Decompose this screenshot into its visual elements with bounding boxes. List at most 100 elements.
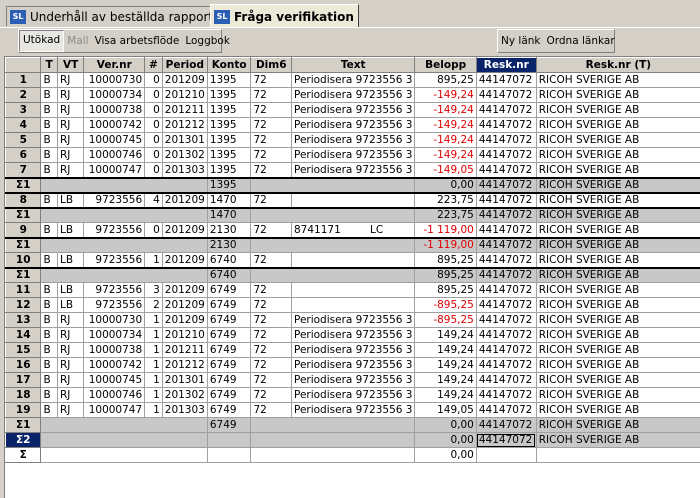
cell-period[interactable]: 201301 [162,133,207,148]
cell-period[interactable]: 201209 [162,298,207,313]
cell-resk-nr[interactable]: 44147072 [476,253,536,268]
cell-konto[interactable]: 6749 [207,373,251,388]
table-row[interactable]: 19BRJ100007471201303674972Periodisera 97… [6,403,700,418]
cell-konto[interactable]: 6749 [207,358,251,373]
cell-t[interactable]: B [41,163,58,178]
cell-resk-name[interactable]: RICOH SVERIGE AB [536,73,700,88]
cell-resk-name[interactable]: RICOH SVERIGE AB [536,148,700,163]
cell-number[interactable]: 4 [145,193,163,208]
table-row[interactable]: 6BRJ100007460201302139572Periodisera 972… [6,148,700,163]
cell-resk-name[interactable]: RICOH SVERIGE AB [536,343,700,358]
table-row[interactable]: 8BLB97235564201209147072223,7544147072RI… [6,193,700,208]
cell-belopp[interactable]: -895,25 [415,313,476,328]
subtotal-row[interactable]: Σ12130-1 119,0044147072RICOH SVERIGE AB [6,238,700,253]
cell-vt[interactable]: RJ [58,313,84,328]
table-row[interactable]: 2BRJ100007340201210139572Periodisera 972… [6,88,700,103]
cell-konto[interactable]: 2130 [207,223,251,238]
cell-belopp[interactable]: 895,25 [415,253,476,268]
cell-period[interactable]: 201211 [162,103,207,118]
sum-resk-nr[interactable]: 44147072 [476,178,536,193]
cell-vt[interactable]: LB [58,298,84,313]
cell-resk-name[interactable]: RICOH SVERIGE AB [536,388,700,403]
cell-resk-name[interactable]: RICOH SVERIGE AB [536,373,700,388]
cell-text[interactable]: Periodisera 9723556 3 [291,328,414,343]
cell-period[interactable]: 201209 [162,283,207,298]
sum-resk-nr[interactable]: 44147072 [476,433,536,448]
sum-konto[interactable]: 6740 [207,268,251,283]
sum-spacer[interactable] [41,433,207,448]
cell-ver-nr[interactable]: 9723556 [84,298,145,313]
sum-spacer[interactable] [41,268,207,283]
cell-t[interactable]: B [41,283,58,298]
cell-t[interactable]: B [41,118,58,133]
cell-text[interactable]: Periodisera 9723556 3 [291,373,414,388]
cell-number[interactable]: 1 [145,328,163,343]
cell-period[interactable]: 201210 [162,88,207,103]
sum-konto[interactable] [207,433,251,448]
cell-ver-nr[interactable]: 10000745 [84,133,145,148]
column-header-period[interactable]: Period [162,58,207,73]
column-header-dim6[interactable]: Dim6 [251,58,292,73]
cell-text[interactable]: Periodisera 9723556 3 [291,358,414,373]
cell-period[interactable]: 201303 [162,403,207,418]
cell-text[interactable]: Periodisera 9723556 3 [291,88,414,103]
cell-belopp[interactable]: -1 119,00 [415,223,476,238]
cell-resk-name[interactable]: RICOH SVERIGE AB [536,328,700,343]
cell-ver-nr[interactable]: 10000747 [84,163,145,178]
cell-resk-nr[interactable]: 44147072 [476,358,536,373]
sum-spacer[interactable] [251,448,415,463]
cell-number[interactable]: 1 [145,358,163,373]
cell-belopp[interactable]: -149,05 [415,163,476,178]
cell-number[interactable]: 0 [145,73,163,88]
cell-text[interactable] [291,193,414,208]
table-row[interactable]: 12BLB97235562201209674972-895,2544147072… [6,298,700,313]
cell-resk-nr[interactable]: 44147072 [476,88,536,103]
cell-resk-nr[interactable]: 44147072 [476,373,536,388]
cell-konto[interactable]: 6749 [207,313,251,328]
cell-number[interactable]: 2 [145,298,163,313]
cell-konto[interactable]: 1395 [207,118,251,133]
cell-text[interactable]: Periodisera 9723556 3 [291,403,414,418]
table-row[interactable]: 17BRJ100007451201301674972Periodisera 97… [6,373,700,388]
cell-belopp[interactable]: 895,25 [415,283,476,298]
sum-konto[interactable]: 2130 [207,238,251,253]
cell-belopp[interactable]: 149,24 [415,328,476,343]
sum-belopp[interactable]: 223,75 [415,208,476,223]
cell-text[interactable] [291,283,414,298]
sum-konto[interactable]: 1395 [207,178,251,193]
cell-resk-nr[interactable]: 44147072 [476,313,536,328]
cell-ver-nr[interactable]: 10000738 [84,343,145,358]
cell-dim6[interactable]: 72 [251,88,292,103]
cell-resk-nr[interactable]: 44147072 [476,388,536,403]
cell-number[interactable]: 1 [145,373,163,388]
column-header-resk-nr-t-[interactable]: Resk.nr (T) [536,58,700,73]
subtotal-row[interactable]: Σ113950,0044147072RICOH SVERIGE AB [6,178,700,193]
cell-resk-name[interactable]: RICOH SVERIGE AB [536,313,700,328]
sum-resk-nr[interactable]: 44147072 [476,418,536,433]
cell-t[interactable]: B [41,403,58,418]
cell-t[interactable]: B [41,388,58,403]
cell-belopp[interactable]: 149,24 [415,343,476,358]
toolbar-button-visa-arbetsflöde[interactable]: Visa arbetsflöde [92,31,183,51]
cell-period[interactable]: 201212 [162,358,207,373]
verification-grid[interactable]: TVTVer.nr#PeriodKontoDim6TextBeloppResk.… [4,56,700,498]
sum-resk-nr[interactable]: 44147072 [476,238,536,253]
cell-dim6[interactable]: 72 [251,103,292,118]
table-row[interactable]: 9BLB972355602012092130728741171LC-1 119,… [6,223,700,238]
column-header-belopp[interactable]: Belopp [415,58,476,73]
cell-resk-nr[interactable]: 44147072 [476,148,536,163]
cell-number[interactable]: 1 [145,253,163,268]
table-row[interactable]: 15BRJ100007381201211674972Periodisera 97… [6,343,700,358]
cell-period[interactable]: 201209 [162,253,207,268]
cell-dim6[interactable]: 72 [251,283,292,298]
cell-number[interactable]: 0 [145,118,163,133]
cell-t[interactable]: B [41,343,58,358]
cell-belopp[interactable]: -149,24 [415,133,476,148]
cell-vt[interactable]: RJ [58,163,84,178]
table-row[interactable]: 16BRJ100007421201212674972Periodisera 97… [6,358,700,373]
cell-ver-nr[interactable]: 9723556 [84,223,145,238]
cell-ver-nr[interactable]: 10000742 [84,358,145,373]
cell-ver-nr[interactable]: 10000742 [84,118,145,133]
cell-vt[interactable]: RJ [58,388,84,403]
cell-vt[interactable]: LB [58,223,84,238]
